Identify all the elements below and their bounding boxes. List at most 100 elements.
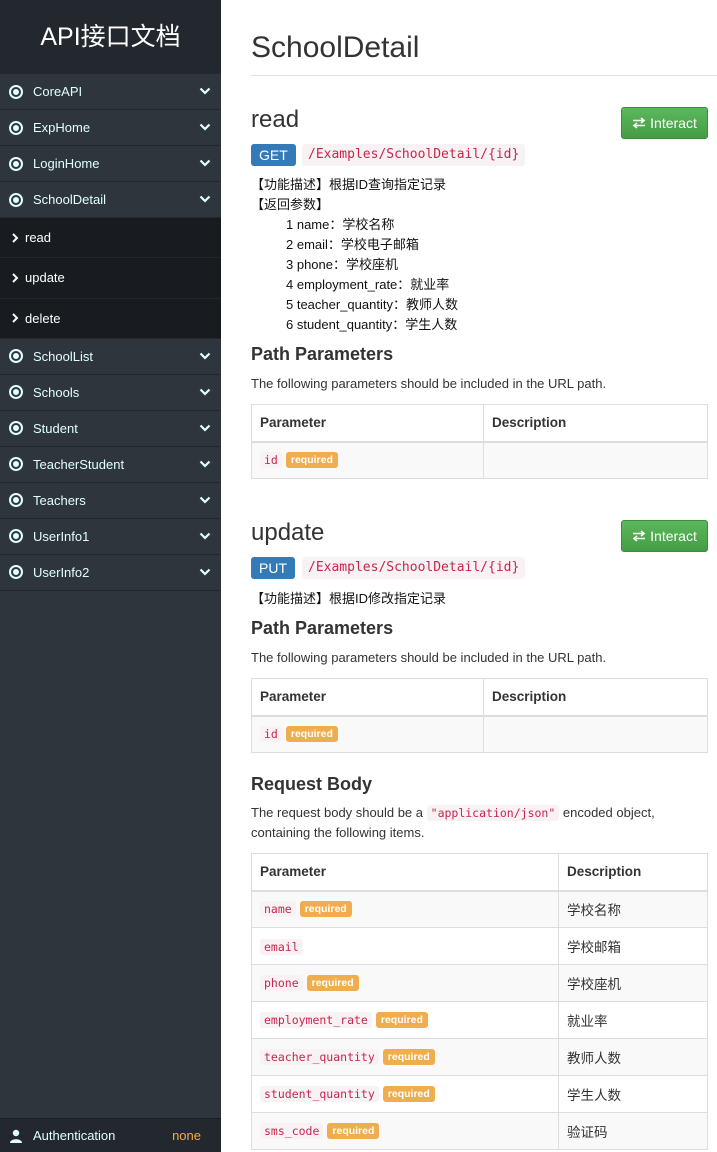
- chevron-down-icon: [199, 352, 211, 360]
- param-cell: teacher_quantity required: [251, 1038, 559, 1076]
- param-cell: id required: [251, 715, 484, 753]
- request-body-text-pre: The request body should be a: [251, 805, 424, 820]
- sidebar-subitem-update[interactable]: update: [0, 258, 221, 299]
- table-row: teacher_quantity required 教师人数: [251, 1038, 708, 1076]
- page-title: SchoolDetail: [251, 31, 420, 64]
- param-name: student_quantity: [260, 1086, 379, 1102]
- sidebar-item-label: CoreAPI: [33, 84, 83, 99]
- param-cell: email: [251, 927, 559, 965]
- exchange-arrows-icon: [632, 530, 646, 542]
- return-param-line: 5 teacher_quantity：教师人数: [286, 297, 458, 312]
- chevron-down-icon: [199, 123, 211, 131]
- sidebar-item-coreapi[interactable]: CoreAPI: [0, 74, 221, 110]
- table-header-row: Parameter Description: [251, 404, 708, 443]
- request-body-title: Request Body: [251, 774, 373, 794]
- content-type-code: "application/json": [426, 805, 560, 821]
- circle-dot-icon: [9, 84, 23, 99]
- sidebar-menu: CoreAPI ExpHome LoginHome SchoolDetail r…: [0, 74, 221, 591]
- column-header: Parameter: [251, 853, 559, 892]
- path-params-table: Parameter Description id required: [251, 678, 708, 753]
- param-name: id: [260, 726, 282, 743]
- param-name: email: [260, 938, 303, 955]
- sidebar-item-schoollist[interactable]: SchoolList: [0, 339, 221, 375]
- column-header: Parameter: [251, 404, 484, 443]
- required-badge: required: [327, 1123, 380, 1139]
- chevron-down-icon: [199, 195, 211, 203]
- chevron-right-icon: [12, 232, 19, 243]
- circle-dot-icon: [9, 120, 23, 135]
- required-badge: required: [306, 975, 359, 991]
- sidebar-item-exphome[interactable]: ExpHome: [0, 110, 221, 146]
- param-description: [483, 441, 708, 479]
- table-row: id required: [251, 441, 708, 479]
- path-params-text: The following parameters should be inclu…: [251, 376, 607, 391]
- exchange-arrows-icon: [632, 117, 646, 129]
- param-name: teacher_quantity: [260, 1049, 379, 1065]
- param-cell: sms_code required: [251, 1112, 559, 1150]
- table-row: phone required 学校座机: [251, 964, 708, 1002]
- param-cell: id required: [251, 441, 484, 479]
- endpoint-description: 【功能描述】根据ID修改指定记录: [251, 589, 446, 609]
- table-row: student_quantity required 学生人数: [251, 1075, 708, 1113]
- authentication-value[interactable]: none: [172, 1128, 201, 1143]
- return-param-line: 3 phone：学校座机: [286, 257, 398, 272]
- sidebar-subitem-read[interactable]: read: [0, 218, 221, 259]
- param-description: 学校座机: [558, 964, 708, 1002]
- param-name: sms_code: [260, 1123, 324, 1139]
- param-cell: student_quantity required: [251, 1075, 559, 1113]
- sidebar-item-loginhome[interactable]: LoginHome: [0, 146, 221, 182]
- interact-button[interactable]: Interact: [621, 520, 708, 552]
- interact-button[interactable]: Interact: [621, 107, 708, 139]
- table-row: email 学校邮箱: [251, 927, 708, 965]
- table-row: sms_code required 验证码: [251, 1112, 708, 1150]
- sidebar-item-userinfo1[interactable]: UserInfo1: [0, 519, 221, 555]
- param-description: 验证码: [558, 1112, 708, 1150]
- table-header-row: Parameter Description: [251, 853, 708, 892]
- column-header: Description: [558, 853, 708, 892]
- endpoint-path: /Examples/SchoolDetail/{id}: [302, 144, 526, 166]
- chevron-down-icon: [199, 568, 211, 576]
- chevron-down-icon: [199, 496, 211, 504]
- param-cell: employment_rate required: [251, 1001, 559, 1039]
- path-params-title: Path Parameters: [251, 618, 394, 638]
- sidebar: API接口文档 CoreAPI ExpHome LoginHome School…: [0, 0, 221, 1152]
- endpoint-title: read: [251, 106, 300, 133]
- table-row: id required: [251, 715, 708, 753]
- authentication-bar[interactable]: Authentication none: [0, 1118, 221, 1152]
- circle-dot-icon: [9, 565, 23, 580]
- return-param-line: 1 name：学校名称: [286, 217, 395, 232]
- circle-dot-icon: [9, 156, 23, 171]
- description-line: 【功能描述】根据ID修改指定记录: [251, 591, 447, 606]
- chevron-down-icon: [199, 159, 211, 167]
- sidebar-subitem-label: read: [25, 230, 52, 246]
- sidebar-brand: API接口文档: [0, 0, 221, 74]
- sidebar-item-teachers[interactable]: Teachers: [0, 483, 221, 519]
- sidebar-item-label: LoginHome: [33, 156, 100, 171]
- interact-label: Interact: [650, 115, 697, 131]
- endpoint-path: /Examples/SchoolDetail/{id}: [302, 557, 526, 579]
- circle-dot-icon: [9, 192, 23, 207]
- param-description: 就业率: [558, 1001, 708, 1039]
- sidebar-item-userinfo2[interactable]: UserInfo2: [0, 555, 221, 591]
- param-name: id: [260, 452, 282, 469]
- column-header: Description: [483, 678, 708, 717]
- sidebar-subitem-delete[interactable]: delete: [0, 299, 221, 339]
- circle-dot-icon: [9, 457, 23, 472]
- sidebar-item-schooldetail[interactable]: SchoolDetail: [0, 182, 221, 218]
- sidebar-item-label: SchoolList: [33, 348, 93, 364]
- sidebar-item-student[interactable]: Student: [0, 411, 221, 447]
- required-badge: required: [382, 1049, 435, 1065]
- sidebar-item-label: SchoolDetail: [33, 192, 106, 207]
- method-badge: PUT: [251, 557, 295, 579]
- param-name: employment_rate: [260, 1012, 372, 1028]
- sidebar-item-schools[interactable]: Schools: [0, 375, 221, 411]
- sidebar-submenu: read update delete: [0, 218, 221, 339]
- endpoint-description: 【功能描述】根据ID查询指定记录 【返回参数】 1 name：学校名称 2 em…: [251, 175, 458, 335]
- authentication-label: Authentication: [33, 1128, 116, 1143]
- sidebar-item-teacherstudent[interactable]: TeacherStudent: [0, 447, 221, 483]
- path-params-table: Parameter Description id required: [251, 404, 708, 479]
- sidebar-subitem-label: delete: [25, 310, 61, 326]
- sidebar-item-label: TeacherStudent: [33, 456, 125, 472]
- sidebar-item-label: Schools: [33, 384, 80, 400]
- param-description: 教师人数: [558, 1038, 708, 1076]
